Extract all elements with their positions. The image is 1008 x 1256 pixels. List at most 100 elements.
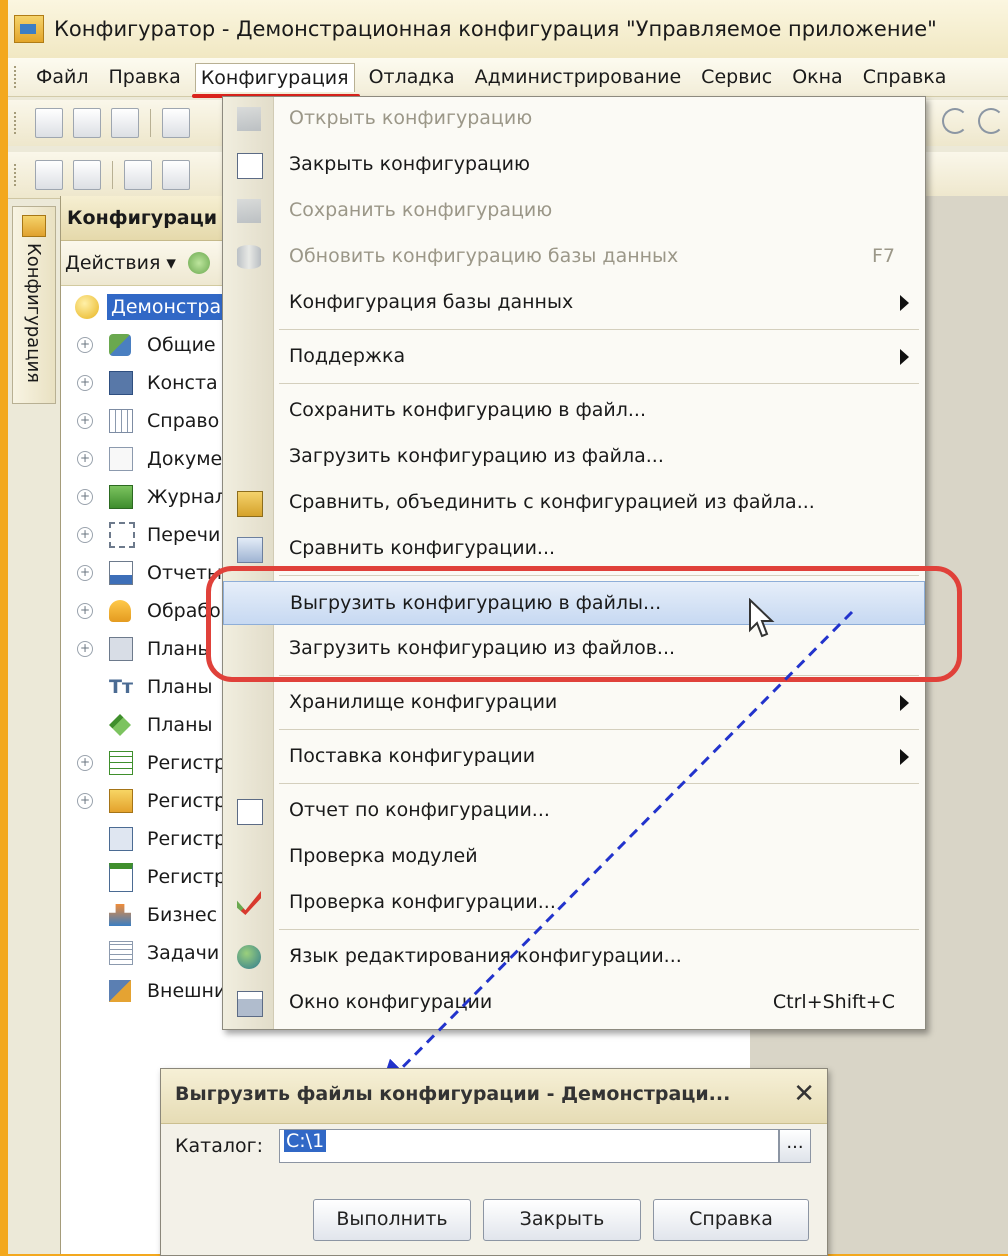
highlight-oval-annotation [206,566,962,682]
menu-item-edit-language[interactable]: Язык редактирования конфигурации... [223,935,925,979]
submenu-arrow-icon [900,749,909,765]
run-button[interactable]: Выполнить [313,1199,471,1241]
tree-item-label: Регистр [147,866,227,888]
tree-item-label: Справо [147,410,220,432]
menu-item-label: Загрузить конфигурацию из файла... [289,445,664,467]
expand-icon[interactable]: + [77,413,93,429]
menu-item-support[interactable]: Поддержка [223,335,925,379]
expand-icon[interactable]: + [77,793,93,809]
menu-separator [279,729,919,730]
accumulation-registers-icon [109,789,133,813]
catalog-label: Каталог: [175,1135,263,1157]
menu-item-db-config[interactable]: Конфигурация базы данных [223,281,925,325]
expand-icon[interactable]: + [77,375,93,391]
menu-separator [279,329,919,330]
menu-administration[interactable]: Администрирование [469,62,688,92]
menu-item-label: Сохранить конфигурацию [289,199,553,221]
external-sources-icon [109,980,131,1002]
config-close-icon[interactable] [73,160,101,190]
sidetab-configuration[interactable]: Конфигурация [12,206,56,404]
catalogs-icon [109,409,133,433]
browse-button[interactable]: ... [779,1129,811,1163]
expand-icon[interactable]: + [77,755,93,771]
common-icon [109,334,131,356]
dialog-title-bar: Выгрузить файлы конфигурации - Демонстра… [161,1069,827,1124]
database-icon[interactable] [124,160,152,190]
menu-help[interactable]: Справка [857,62,953,92]
menu-item-repository[interactable]: Хранилище конфигурации [223,681,925,725]
menu-item-report[interactable]: Отчет по конфигурации... [223,789,925,833]
catalog-input[interactable]: C:\1 [279,1129,779,1163]
redo-icon[interactable] [978,108,1004,134]
menu-item-save-to-file[interactable]: Сохранить конфигурацию в файл... [223,389,925,433]
toolbar-grip [14,164,20,186]
tree-item-label: Планы [147,676,213,698]
tree-item-label: Общие [147,334,216,356]
actions-dropdown[interactable]: Действия ▾ [65,252,176,274]
menu-debug[interactable]: Отладка [363,62,461,92]
expand-icon[interactable]: + [77,527,93,543]
constants-icon [109,371,133,395]
tree-item-label: Задачи [147,942,220,964]
title-bar: Конфигуратор - Демонстрационная конфигур… [8,0,1008,59]
undo-icon[interactable] [942,108,968,134]
report-icon [237,799,263,825]
menu-item-save-config[interactable]: Сохранить конфигурацию [223,189,925,233]
menu-item-compare[interactable]: Сравнить конфигурации... [223,527,925,571]
menu-item-label: Проверка модулей [289,845,478,867]
expand-icon[interactable]: + [77,451,93,467]
menu-windows[interactable]: Окна [786,62,849,92]
tree-item-label: Бизнес [147,904,218,926]
menu-item-config-window[interactable]: Окно конфигурации Ctrl+Shift+C [223,981,925,1025]
menu-item-load-from-file[interactable]: Загрузить конфигурацию из файла... [223,435,925,479]
menu-item-close-config[interactable]: Закрыть конфигурацию [223,143,925,187]
expand-icon[interactable]: + [77,337,93,353]
menu-bar: Файл Правка Конфигурация Отладка Админис… [8,58,1008,98]
tree-item-label: Журнал [147,486,227,508]
menu-item-label: Отчет по конфигурации... [289,799,550,821]
cut-icon[interactable] [162,108,190,138]
window-icon[interactable] [162,160,190,190]
menu-edit[interactable]: Правка [103,62,187,92]
close-button[interactable]: Закрыть [483,1199,641,1241]
menu-item-label: Поставка конфигурации [289,745,536,767]
expand-icon[interactable]: + [77,603,93,619]
menu-item-label: Проверка конфигурации... [289,891,556,913]
menu-configuration[interactable]: Конфигурация [191,62,360,98]
submenu-arrow-icon [900,349,909,365]
menu-item-check-modules[interactable]: Проверка модулей [223,835,925,879]
menu-item-check-config[interactable]: Проверка конфигурации... [223,881,925,925]
config-open-icon[interactable] [35,160,63,190]
menu-item-compare-merge[interactable]: Сравнить, объединить с конфигурацией из … [223,481,925,525]
business-processes-icon [109,904,131,926]
menu-item-label: Сравнить, объединить с конфигурацией из … [289,491,815,513]
expand-icon[interactable]: + [77,565,93,581]
open-config-icon [237,107,261,131]
dialog-title: Выгрузить файлы конфигурации - Демонстра… [175,1083,731,1105]
expand-icon[interactable]: + [77,489,93,505]
language-icon [237,945,261,969]
configuration-menu-dropdown: Открыть конфигурацию Закрыть конфигураци… [222,96,926,1030]
menu-file[interactable]: Файл [30,62,95,92]
config-window-icon [237,991,263,1017]
menu-separator [279,783,919,784]
menu-item-update-db[interactable]: Обновить конфигурацию базы данных F7 [223,235,925,279]
tree-item-label: Перечи [147,524,221,546]
menu-item-delivery[interactable]: Поставка конфигурации [223,735,925,779]
menu-item-label: Сравнить конфигурации... [289,537,556,559]
help-button[interactable]: Справка [653,1199,809,1241]
add-icon[interactable] [187,252,210,274]
menu-item-open-config[interactable]: Открыть конфигурацию [223,97,925,141]
menu-service[interactable]: Сервис [695,62,778,92]
close-icon[interactable]: ✕ [793,1079,815,1109]
expand-icon[interactable]: + [77,641,93,657]
save-icon[interactable] [111,108,139,138]
menu-item-label: Язык редактирования конфигурации... [289,945,682,967]
new-file-icon[interactable] [35,108,63,138]
processing-icon [109,600,131,622]
tasks-icon [109,941,133,965]
open-folder-icon[interactable] [73,108,101,138]
reports-icon [109,561,133,585]
menu-item-shortcut: F7 [871,245,895,267]
configuration-tab-icon [22,215,46,237]
